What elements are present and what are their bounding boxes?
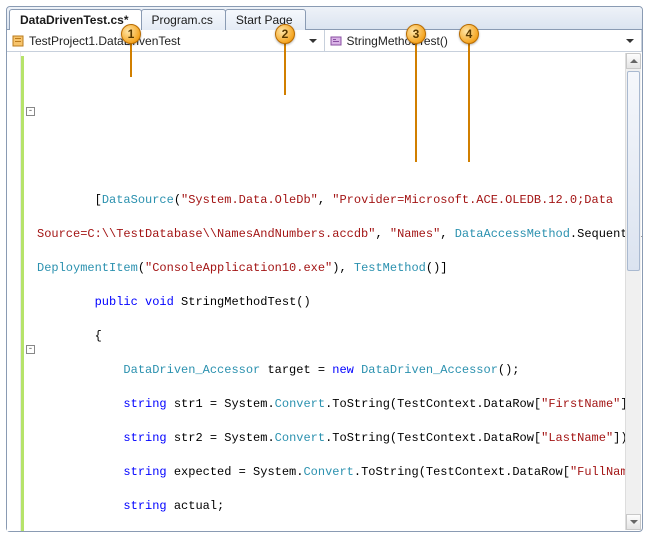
chevron-down-icon — [309, 39, 317, 43]
class-dropdown-text: TestProject1.DataDrivenTest — [29, 34, 306, 48]
tab-datadriven[interactable]: DataDrivenTest.cs* — [9, 9, 142, 30]
method-icon — [329, 34, 343, 48]
callout-line-4 — [468, 44, 470, 162]
tab-program[interactable]: Program.cs — [141, 9, 226, 30]
tab-startpage[interactable]: Start Page — [225, 9, 306, 30]
chevron-down-icon — [626, 39, 634, 43]
callout-line-1 — [130, 44, 132, 77]
callout-line-3 — [415, 44, 417, 162]
callout-line-2 — [284, 44, 286, 95]
callout-2: 2 — [275, 24, 295, 44]
member-dropdown-text: StringMethodTest() — [347, 34, 624, 48]
scroll-up-button[interactable] — [626, 53, 641, 69]
nav-bar: TestProject1.DataDrivenTest StringMethod… — [7, 30, 642, 52]
code-editor[interactable]: - - [DataSource("System.Data.OleDb", "Pr… — [7, 52, 642, 531]
code-lines: [DataSource("System.Data.OleDb", "Provid… — [37, 175, 642, 531]
collapse-toggle[interactable]: - — [26, 345, 35, 354]
tab-bar: DataDrivenTest.cs* Program.cs Start Page — [7, 7, 642, 30]
callout-4: 4 — [459, 24, 479, 44]
vertical-scrollbar[interactable] — [625, 53, 641, 530]
member-dropdown[interactable]: StringMethodTest() — [325, 30, 643, 51]
callout-3: 3 — [406, 24, 426, 44]
chevron-down-icon — [630, 520, 638, 524]
change-indicator — [21, 56, 24, 531]
chevron-up-icon — [630, 59, 638, 63]
class-icon — [11, 34, 25, 48]
scroll-thumb[interactable] — [627, 71, 640, 271]
collapse-toggle[interactable]: - — [26, 107, 35, 116]
scroll-down-button[interactable] — [626, 514, 641, 530]
gutter — [7, 52, 21, 531]
editor-window: DataDrivenTest.cs* Program.cs Start Page… — [6, 6, 643, 532]
callout-1: 1 — [121, 24, 141, 44]
